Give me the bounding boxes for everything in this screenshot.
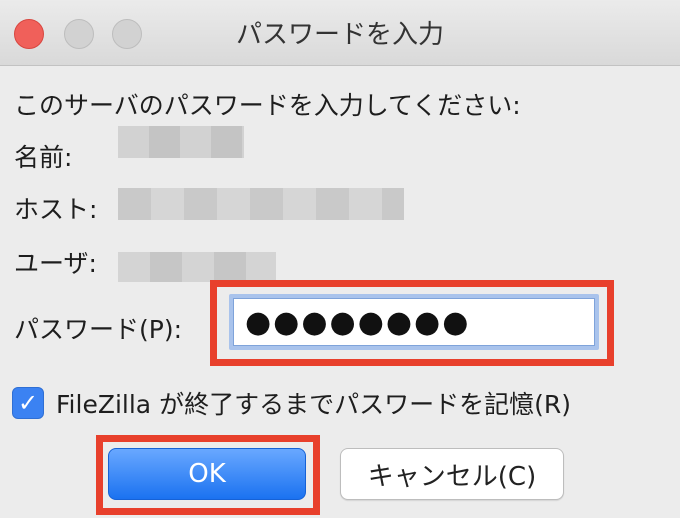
user-value-redacted [118,252,276,282]
name-label: 名前: [14,143,73,172]
user-label: ユーザ: [14,249,97,278]
remember-password-label[interactable]: FileZilla が終了するまでパスワードを記憶(R) [56,385,571,421]
dialog-prompt: このサーバのパスワードを入力してください: [14,91,521,120]
remember-password-checkbox[interactable]: ✓ [12,387,44,419]
cancel-button[interactable]: キャンセル(C) [340,448,564,500]
password-value: ●●●●●●●● [245,304,471,340]
checkmark-icon: ✓ [17,389,39,417]
host-value-redacted [118,188,404,220]
name-value-redacted [118,126,244,158]
password-input[interactable]: ●●●●●●●● [229,294,599,350]
dialog-body: このサーバのパスワードを入力してください: 名前: ホスト: ユーザ: パスワー… [0,66,680,518]
title-bar: パスワードを入力 [0,0,680,66]
password-label: パスワード(P): [14,315,183,344]
host-label: ホスト: [14,195,98,224]
ok-button[interactable]: OK [108,448,306,500]
window-title: パスワードを入力 [235,20,444,50]
